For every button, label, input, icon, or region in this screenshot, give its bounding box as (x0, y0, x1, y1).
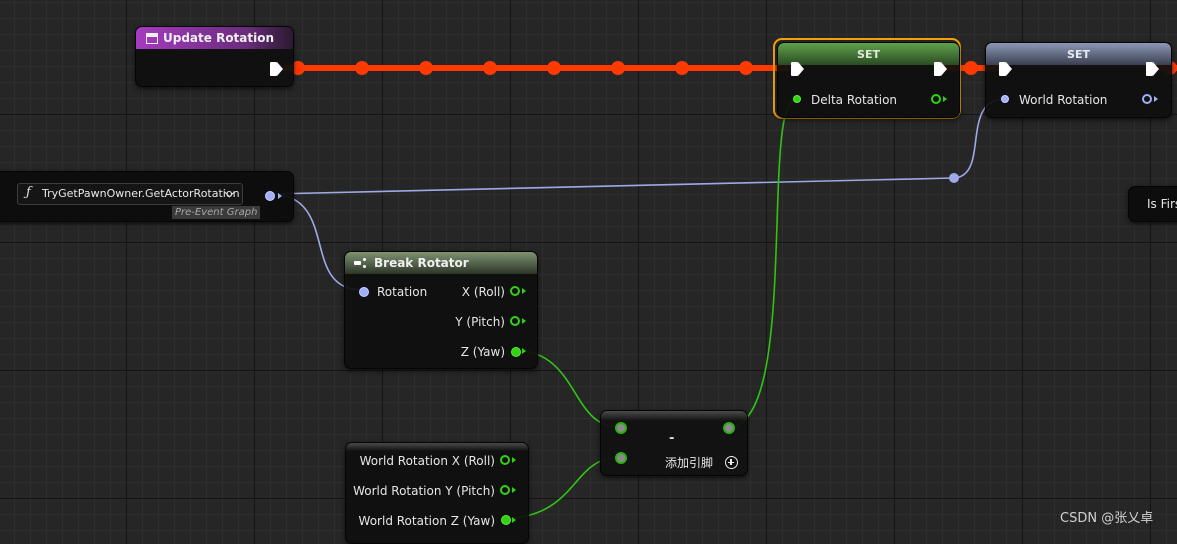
pin-arrow-icon (1154, 96, 1158, 102)
update-rotation-header: Update Rotation (136, 27, 293, 49)
exec-in-pin[interactable] (999, 62, 1012, 76)
world-rotation-break-header (346, 443, 528, 451)
z-yaw-out-pin[interactable] (511, 347, 521, 357)
set-delta-rotation-node[interactable]: SET Delta Rotation (777, 42, 960, 118)
world-rotation-z-label: World Rotation Z (Yaw) (358, 514, 495, 528)
world-rotation-x-out-pin[interactable] (500, 455, 510, 465)
world-rotation-label: World Rotation (1019, 93, 1108, 107)
pin-arrow-icon (943, 96, 947, 102)
world-rotation-out-pin[interactable] (1142, 94, 1152, 104)
pin-arrow-icon (522, 288, 526, 294)
subtract-a-in-pin[interactable] (615, 422, 627, 434)
world-rotation-x-label: World Rotation X (Roll) (359, 454, 495, 468)
break-rotator-title: Break Rotator (374, 256, 469, 270)
pin-arrow-icon (512, 517, 516, 523)
subtract-operator: - (669, 431, 675, 446)
pin-arrow-icon (512, 457, 516, 463)
exec-out-pin[interactable] (934, 62, 947, 76)
world-rotation-in-pin[interactable] (1001, 95, 1009, 103)
exec-out-pin[interactable] (270, 62, 283, 76)
add-pin-icon[interactable] (725, 456, 738, 469)
set-delta-title: SET (857, 47, 880, 61)
world-rotation-y-label: World Rotation Y (Pitch) (353, 484, 495, 498)
function-icon: ƒ (26, 185, 31, 200)
function-dropdown[interactable]: ƒ TryGetPawnOwner.GetActorRotation (17, 183, 243, 205)
set-delta-header: SET (778, 43, 959, 65)
event-icon (146, 32, 158, 44)
pin-arrow-icon (512, 487, 516, 493)
world-rotation-z-out-pin[interactable] (501, 515, 511, 525)
break-struct-icon (354, 257, 368, 269)
add-pin-label[interactable]: 添加引脚 (665, 456, 713, 470)
pin-arrow-icon (522, 348, 526, 354)
z-yaw-label: Z (Yaw) (460, 345, 505, 359)
get-actor-rotation-node[interactable]: ƒ TryGetPawnOwner.GetActorRotation Pre-E… (0, 171, 294, 222)
update-rotation-title: Update Rotation (163, 31, 275, 45)
x-roll-label: X (Roll) (461, 285, 505, 299)
subtract-node[interactable]: - 添加引脚 (600, 410, 748, 476)
watermark: CSDN @张乂卓 (1060, 511, 1154, 526)
world-rotation-break-node[interactable]: World Rotation X (Roll) World Rotation Y… (345, 442, 529, 544)
subtract-out-pin[interactable] (723, 422, 735, 434)
subtract-header (601, 411, 747, 421)
is-first-label: Is First (1147, 197, 1177, 211)
reroute-node[interactable] (949, 173, 959, 183)
set-world-title: SET (1067, 47, 1090, 61)
function-label: TryGetPawnOwner.GetActorRotation (42, 187, 240, 200)
exec-out-pin[interactable] (1146, 62, 1159, 76)
subtract-b-in-pin[interactable] (615, 452, 627, 464)
set-world-rotation-node[interactable]: SET World Rotation (985, 42, 1172, 118)
update-rotation-node[interactable]: Update Rotation (135, 26, 294, 87)
set-world-header: SET (986, 43, 1171, 65)
delta-rotation-label: Delta Rotation (811, 93, 898, 107)
world-rotation-y-out-pin[interactable] (500, 485, 510, 495)
y-pitch-label: Y (Pitch) (455, 315, 505, 329)
delta-rotation-in-pin[interactable] (793, 95, 801, 103)
y-pitch-out-pin[interactable] (510, 316, 520, 326)
break-rotator-header: Break Rotator (345, 252, 537, 274)
delta-rotation-out-pin[interactable] (931, 94, 941, 104)
break-rotator-node[interactable]: Break Rotator Rotation X (Roll) Y (Pitch… (344, 251, 538, 369)
rotation-out-pin[interactable] (265, 191, 275, 201)
x-roll-out-pin[interactable] (510, 286, 520, 296)
rotation-in-label: Rotation (377, 285, 428, 299)
pin-arrow-icon (522, 318, 526, 324)
is-first-node[interactable]: Is First (1128, 186, 1177, 222)
pin-arrow-icon (278, 193, 282, 199)
rotation-in-pin[interactable] (359, 287, 369, 297)
exec-in-pin[interactable] (791, 62, 804, 76)
pre-event-graph-label: Pre-Event Graph (172, 206, 261, 219)
